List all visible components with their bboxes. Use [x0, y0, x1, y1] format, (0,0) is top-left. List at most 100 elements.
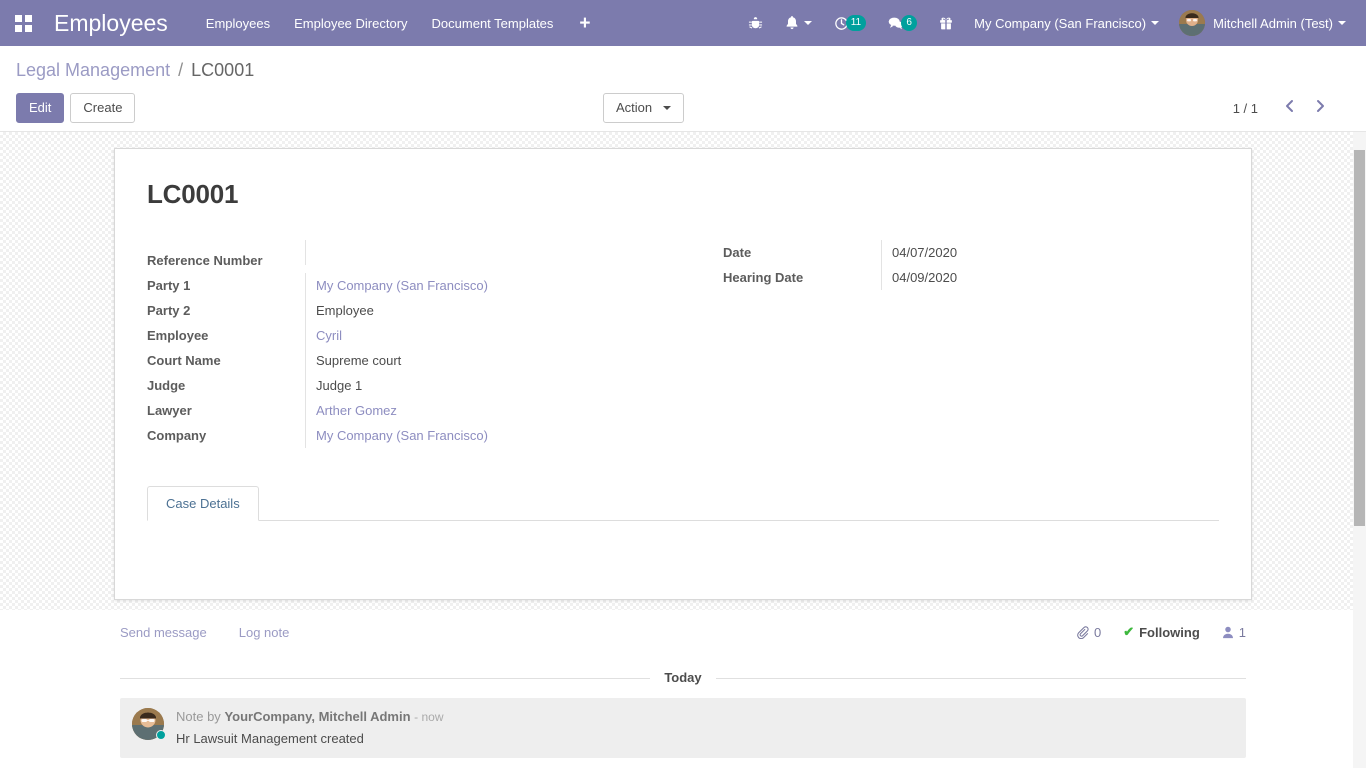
chatter-toolbar: Send message Log note 0 ✔ Following 1 — [0, 610, 1366, 652]
content-area: LC0001 Reference Number Party 1 My Compa… — [0, 132, 1366, 768]
menu-item-employees[interactable]: Employees — [194, 10, 282, 37]
field-row-party-2: Party 2 Employee — [147, 298, 683, 323]
field-value-company[interactable]: My Company (San Francisco) — [305, 423, 683, 448]
online-status-indicator — [156, 730, 166, 740]
add-menu-button[interactable]: + — [565, 10, 604, 37]
log-note-button[interactable]: Log note — [239, 625, 290, 640]
field-value-party-2[interactable]: Employee — [305, 298, 683, 323]
field-value-employee[interactable]: Cyril — [305, 323, 683, 348]
pager: 1 / 1 — [1233, 96, 1334, 120]
company-switcher[interactable]: My Company (San Francisco) — [964, 11, 1169, 36]
message-text: Hr Lawsuit Management created — [176, 731, 364, 746]
notebook: Case Details — [147, 486, 1219, 577]
breadcrumb-item-current: LC0001 — [191, 60, 255, 80]
edit-button[interactable]: Edit — [16, 93, 65, 123]
vertical-scrollbar[interactable] — [1353, 132, 1366, 768]
breadcrumb: Legal Management / LC0001 — [16, 46, 1350, 82]
field-row-employee: Employee Cyril — [147, 323, 683, 348]
app-brand-title[interactable]: Employees — [54, 10, 168, 37]
pager-next-button[interactable] — [1307, 96, 1334, 120]
breadcrumb-separator: / — [178, 60, 184, 80]
field-row-court-name: Court Name Supreme court — [147, 348, 683, 373]
action-dropdown-label: Action — [616, 100, 653, 115]
notebook-tabs: Case Details — [147, 486, 1219, 521]
send-message-button[interactable]: Send message — [120, 625, 207, 640]
attachments-counter[interactable]: 0 — [1076, 625, 1101, 640]
field-label-company: Company — [147, 428, 207, 443]
chatter-status-group: 0 ✔ Following 1 — [1076, 624, 1246, 640]
day-separator-label: Today — [650, 670, 716, 685]
navbar-right-group: 11 6 My Company (San Francisco) Mitchell… — [737, 7, 1352, 39]
attachments-count: 0 — [1093, 624, 1102, 640]
chevron-down-icon — [803, 21, 812, 25]
tab-case-details[interactable]: Case Details — [147, 486, 259, 521]
field-label-judge: Judge — [147, 378, 186, 393]
field-value-judge[interactable]: Judge 1 — [305, 373, 683, 398]
scrollbar-thumb[interactable] — [1354, 150, 1365, 526]
field-value-date[interactable]: 04/07/2020 — [881, 240, 1219, 265]
field-row-lawyer: Lawyer Arther Gomez — [147, 398, 683, 423]
page-title: LC0001 — [147, 179, 239, 209]
field-label-employee: Employee — [147, 328, 209, 343]
field-label-lawyer: Lawyer — [147, 403, 192, 418]
message-prefix: Note by — [176, 709, 221, 724]
field-value-reference-number[interactable] — [305, 240, 683, 265]
field-label-date: Date — [723, 245, 752, 260]
menu-item-document-templates[interactable]: Document Templates — [420, 10, 566, 37]
chatter: Send message Log note 0 ✔ Following 1 To… — [0, 610, 1366, 768]
apps-grid-icon — [14, 14, 32, 32]
field-row-reference-number: Reference Number — [147, 240, 683, 273]
create-button[interactable]: Create — [70, 93, 136, 123]
message-header: Note by YourCompany, Mitchell Admin - no… — [176, 708, 1234, 726]
main-menu: Employees Employee Directory Document Te… — [194, 10, 605, 37]
control-panel: Legal Management / LC0001 Edit Create Ac… — [0, 46, 1366, 132]
apps-menu-button[interactable] — [6, 6, 40, 40]
chevron-down-icon — [1338, 21, 1346, 25]
field-label-hearing-date: Hearing Date — [723, 270, 804, 285]
field-label-party-1: Party 1 — [147, 278, 191, 293]
field-row-company: Company My Company (San Francisco) — [147, 423, 683, 448]
pager-previous-button[interactable] — [1276, 96, 1303, 120]
field-label-reference-number: Reference Number — [147, 253, 263, 268]
field-row-party-1: Party 1 My Company (San Francisco) — [147, 273, 683, 298]
activities-count-badge: 11 — [845, 15, 867, 31]
message-author-avatar — [132, 708, 166, 740]
field-value-hearing-date[interactable]: 04/09/2020 — [881, 265, 1219, 290]
form-columns: Reference Number Party 1 My Company (San… — [147, 240, 1219, 448]
bug-icon[interactable] — [737, 11, 774, 36]
user-menu-label: Mitchell Admin (Test) — [1213, 15, 1333, 31]
field-value-court-name[interactable]: Supreme court — [305, 348, 683, 373]
chevron-down-icon — [663, 106, 672, 110]
field-value-party-1[interactable]: My Company (San Francisco) — [305, 273, 683, 298]
activities-button[interactable]: 11 — [823, 10, 877, 36]
field-label-party-2: Party 2 — [147, 303, 191, 318]
control-panel-buttons-row: Edit Create Action 1 / 1 — [16, 93, 1350, 123]
company-switcher-label: My Company (San Francisco) — [974, 15, 1147, 31]
menu-item-employee-directory[interactable]: Employee Directory — [282, 10, 419, 37]
user-menu[interactable]: Mitchell Admin (Test) — [1169, 7, 1352, 39]
message-item: Note by YourCompany, Mitchell Admin - no… — [120, 698, 1246, 758]
pager-counter: 1 / 1 — [1232, 100, 1258, 116]
message-author[interactable]: YourCompany, Mitchell Admin — [224, 709, 410, 724]
field-label-court-name: Court Name — [147, 353, 221, 368]
field-row-judge: Judge Judge 1 — [147, 373, 683, 398]
breadcrumb-item-legal-management[interactable]: Legal Management — [16, 60, 170, 80]
message-timestamp: - now — [414, 710, 444, 724]
followers-counter[interactable]: 1 — [1222, 625, 1246, 640]
message-body: Note by YourCompany, Mitchell Admin - no… — [176, 708, 1234, 746]
check-icon: ✔ — [1123, 624, 1135, 639]
following-label: Following — [1139, 624, 1200, 640]
action-dropdown-button[interactable]: Action — [603, 93, 685, 123]
notifications-bell-button[interactable] — [774, 10, 823, 36]
field-value-lawyer[interactable]: Arther Gomez — [305, 398, 683, 423]
messages-count-badge: 6 — [901, 15, 918, 31]
notebook-page-case-details — [147, 521, 1219, 577]
followers-count: 1 — [1238, 624, 1246, 640]
avatar — [1179, 10, 1206, 36]
messages-button[interactable]: 6 — [877, 10, 928, 36]
form-column-left: Reference Number Party 1 My Company (San… — [147, 240, 683, 448]
following-button[interactable]: ✔ Following — [1123, 624, 1200, 640]
field-row-date: Date 04/07/2020 — [723, 240, 1219, 265]
gift-icon[interactable] — [928, 11, 964, 36]
field-row-hearing-date: Hearing Date 04/09/2020 — [723, 265, 1219, 290]
